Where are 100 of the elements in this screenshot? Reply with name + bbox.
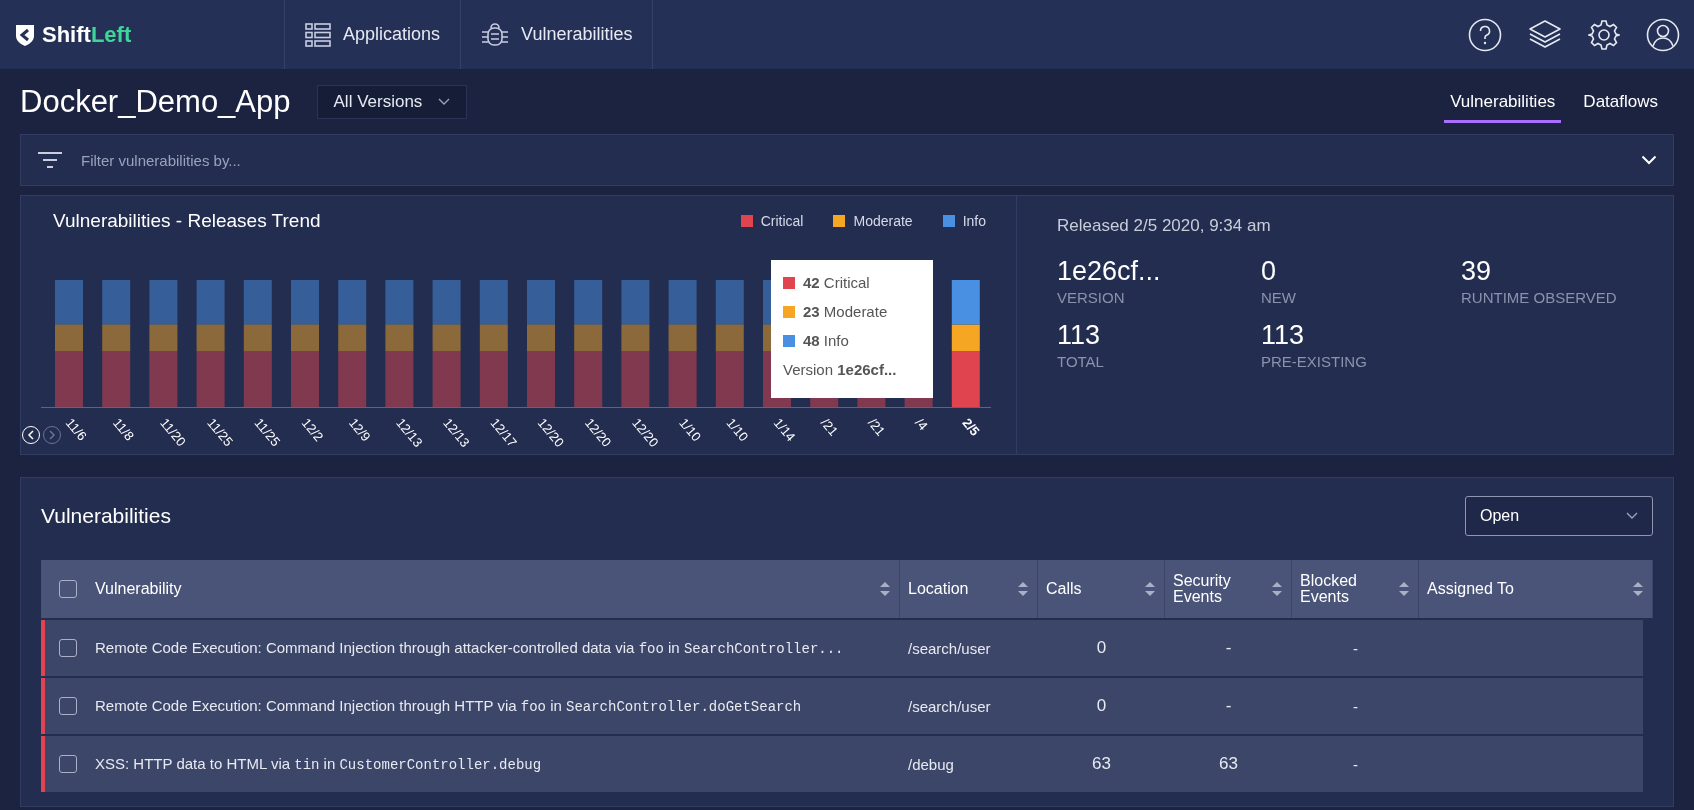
calls-cell-text: 63: [1091, 753, 1112, 775]
legend-label: Moderate: [853, 213, 913, 229]
blocked-events-cell-text: -: [1352, 696, 1359, 717]
release-date-label: 12/9: [345, 415, 374, 445]
release-date-label: 2/5: [959, 415, 983, 439]
table-row[interactable]: Remote Code Execution: Command Injection through HTTP via foo in SearchController.doGetSearch /search/user 0 - -: [41, 678, 1643, 734]
vulnerability-title: Remote Code Execution: Command Injection through attacker-controlled data via foo in SearchController...: [95, 639, 844, 657]
section-title: Vulnerabilities: [41, 504, 171, 528]
layers-icon[interactable]: [1528, 18, 1562, 51]
security-events-cell-text: 63: [1218, 753, 1239, 775]
release-date-label: /21: [817, 415, 841, 439]
column-header[interactable]: Security Events: [1173, 573, 1259, 605]
release-date-label: 11/6: [62, 415, 90, 444]
stat-label: RUNTIME OBSERVED: [1461, 289, 1618, 306]
view-tab[interactable]: Dataflows: [1577, 81, 1664, 123]
version-dropdown[interactable]: All Versions: [316, 85, 468, 119]
release-bar[interactable]: [338, 280, 367, 407]
tooltip-value: 23 Moderate: [803, 303, 888, 320]
stat-value: 0: [1261, 256, 1278, 287]
table-row[interactable]: Remote Code Execution: Command Injection through attacker-controlled data via foo in SearchController... /search/user 0 - -: [41, 620, 1643, 676]
filter-field[interactable]: Filter vulnerabilities by...: [79, 150, 1625, 170]
stat-label: TOTAL: [1057, 353, 1105, 370]
calls-cell-text: 0: [1095, 695, 1108, 717]
release-date-label: 11/8: [109, 415, 138, 444]
chart-title: Vulnerabilities - Releases Trend: [53, 210, 321, 232]
stat-value: 113: [1261, 320, 1306, 351]
bug-icon: [481, 21, 510, 48]
sort-icon[interactable]: [1398, 581, 1410, 597]
chevron-down-icon: [438, 98, 451, 106]
column-header[interactable]: Assigned To: [1427, 581, 1514, 597]
tooltip-value: 48 Info: [803, 332, 849, 349]
checkbox[interactable]: [59, 755, 77, 773]
release-bar[interactable]: [385, 280, 414, 407]
tooltip-version: Version 1e26cf...: [783, 361, 898, 378]
logo-icon: [14, 22, 36, 47]
release-bar[interactable]: [479, 280, 508, 407]
help-icon[interactable]: [1468, 17, 1502, 52]
location-cell-text: /search/user: [907, 696, 992, 717]
stat-label: VERSION: [1057, 289, 1126, 306]
release-date-label: 1/14: [770, 415, 799, 445]
sort-icon[interactable]: [1271, 581, 1283, 597]
column-header[interactable]: Blocked Events: [1300, 573, 1386, 605]
security-events-cell-text: -: [1224, 637, 1233, 659]
release-bar[interactable]: [621, 280, 650, 407]
release-bar[interactable]: [243, 280, 272, 407]
legend-label: Info: [962, 213, 986, 229]
stat-value: 113: [1057, 320, 1102, 351]
release-bar[interactable]: [715, 280, 744, 407]
table-row[interactable]: XSS: HTTP data to HTML via tin in CustomerController.debug /debug 63 63 -: [41, 736, 1643, 792]
list-icon: [305, 21, 331, 48]
calls-cell-text: 0: [1095, 637, 1108, 659]
stat-label: PRE-EXISTING: [1261, 353, 1368, 370]
view-tab[interactable]: Vulnerabilities: [1444, 81, 1562, 123]
column-header[interactable]: Vulnerability: [95, 581, 861, 597]
legend-label: Critical: [760, 213, 804, 229]
vulnerability-title: Remote Code Execution: Command Injection through HTTP via foo in SearchController.doGetSearch: [95, 697, 802, 715]
filter-icon: [37, 151, 63, 169]
checkbox[interactable]: [59, 697, 77, 715]
stat-label: NEW: [1261, 289, 1297, 306]
release-bar[interactable]: [951, 280, 980, 407]
checkbox[interactable]: [59, 580, 77, 598]
location-cell-text: /search/user: [907, 638, 992, 659]
release-date-label: 1/10: [676, 415, 705, 445]
chevron-right-icon: [48, 430, 56, 440]
release-date-label: 1/10: [723, 415, 752, 445]
location-cell-text: /debug: [907, 754, 955, 775]
app-title: Docker_Demo_App: [20, 84, 291, 120]
sort-icon[interactable]: [1144, 581, 1156, 597]
release-date: Released 2/5 2020, 9:34 am: [1057, 216, 1272, 236]
chevron-down-icon: [1626, 512, 1638, 520]
checkbox[interactable]: [59, 639, 77, 657]
chevron-down-icon[interactable]: [1641, 155, 1657, 165]
filter-bar[interactable]: Filter vulnerabilities by...: [20, 134, 1674, 186]
release-date-label: /4: [912, 415, 931, 434]
release-bar[interactable]: [102, 280, 131, 407]
release-bar[interactable]: [196, 280, 225, 407]
blocked-events-cell-text: -: [1352, 754, 1359, 775]
release-bar[interactable]: [149, 280, 178, 407]
nav-item[interactable]: Applications: [284, 0, 461, 69]
status-dropdown[interactable]: Open: [1465, 496, 1653, 536]
tooltip-value: 42 Critical: [803, 274, 870, 291]
user-icon[interactable]: [1646, 17, 1680, 52]
sort-icon[interactable]: [1017, 581, 1029, 597]
release-bar[interactable]: [432, 280, 461, 407]
blocked-events-cell-text: -: [1352, 638, 1359, 659]
sort-icon[interactable]: [1632, 581, 1644, 597]
brand-name: ShiftLeft: [42, 21, 132, 48]
sort-icon[interactable]: [879, 581, 891, 597]
nav-item[interactable]: Vulnerabilities: [460, 0, 654, 69]
stat-value: 1e26cf...: [1057, 256, 1162, 287]
column-header[interactable]: Calls: [1046, 581, 1082, 597]
column-header[interactable]: Location: [908, 581, 969, 597]
release-date-label: /21: [865, 415, 889, 439]
security-events-cell-text: -: [1224, 695, 1233, 717]
chevron-left-icon: [27, 430, 35, 440]
release-bar[interactable]: [668, 280, 697, 407]
vulnerability-title: XSS: HTTP data to HTML via tin in CustomerController.debug: [95, 755, 542, 773]
settings-icon[interactable]: [1588, 18, 1620, 51]
release-bar[interactable]: [574, 280, 603, 407]
stat-value: 39: [1461, 256, 1493, 287]
